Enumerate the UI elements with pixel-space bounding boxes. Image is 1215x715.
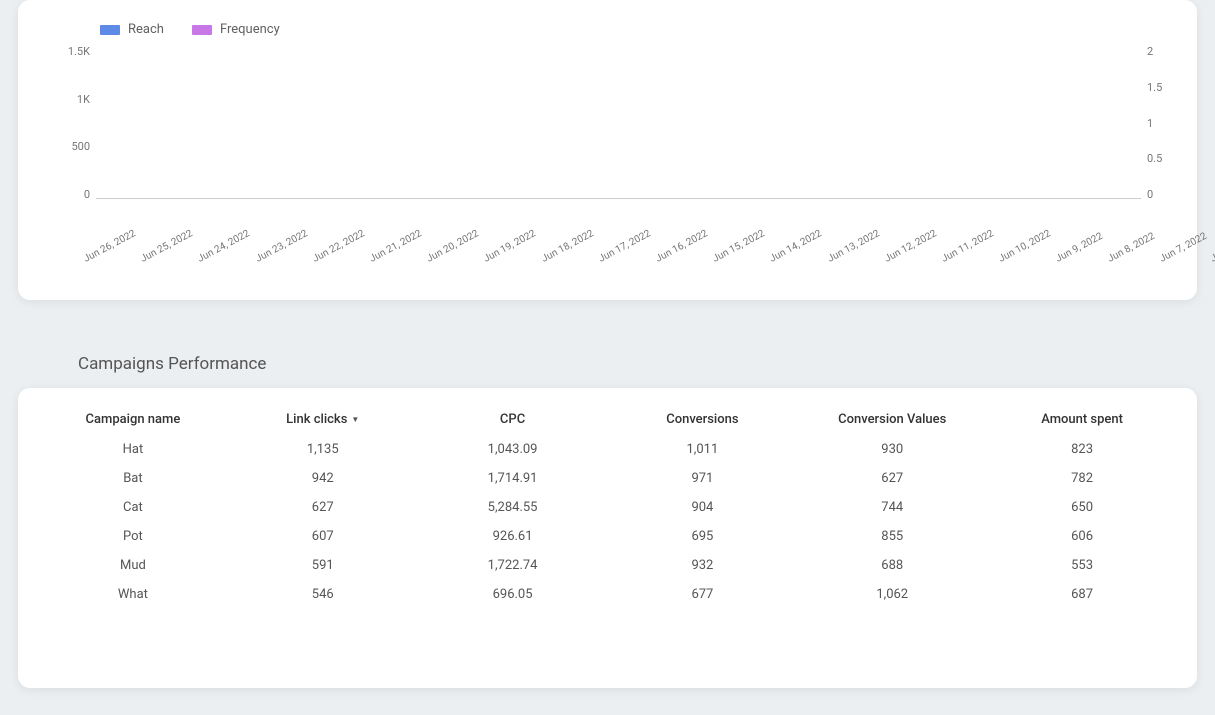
legend-swatch-reach [100, 25, 120, 35]
table-header-row: Campaign name Link clicks ▼ CPC Conversions C… [38, 402, 1177, 435]
table-cell: 546 [228, 580, 418, 609]
y-left-tick: 0 [84, 188, 90, 201]
legend-item-frequency[interactable]: Frequency [192, 22, 280, 37]
table-row[interactable]: Pot607926.61695855606 [38, 522, 1177, 551]
table-cell: 5,284.55 [418, 493, 608, 522]
table-cell: 930 [797, 435, 987, 464]
column-header[interactable]: Conversion Values [797, 402, 987, 435]
table-cell: 855 [797, 522, 987, 551]
chart-legend: Reach Frequency [100, 22, 1169, 37]
column-header[interactable]: CPC [418, 402, 608, 435]
legend-label-reach: Reach [128, 22, 164, 37]
y-right-tick: 2 [1147, 45, 1153, 58]
table-row[interactable]: Hat1,1351,043.091,011930823 [38, 435, 1177, 464]
table-row[interactable]: Mud5911,722.74932688553 [38, 551, 1177, 580]
table-cell: 591 [228, 551, 418, 580]
table-cell: 782 [987, 464, 1177, 493]
table-cell: 823 [987, 435, 1177, 464]
y-right-tick: 0.5 [1147, 152, 1162, 165]
table-cell: Bat [38, 464, 228, 493]
table-cell: 627 [228, 493, 418, 522]
column-header-label: Link clicks [286, 412, 347, 427]
y-right-tick: 1.5 [1147, 81, 1162, 94]
column-header-label: Amount spent [1041, 412, 1123, 427]
table-cell: 1,135 [228, 435, 418, 464]
table-cell: 1,062 [797, 580, 987, 609]
table-cell: 1,043.09 [418, 435, 608, 464]
table-cell: 1,011 [607, 435, 797, 464]
table-cell: 696.05 [418, 580, 608, 609]
table-cell: Hat [38, 435, 228, 464]
table-cell: 932 [607, 551, 797, 580]
table-cell: 744 [797, 493, 987, 522]
table-cell: Mud [38, 551, 228, 580]
legend-swatch-frequency [192, 25, 212, 35]
table-cell: 677 [607, 580, 797, 609]
table-body: Hat1,1351,043.091,011930823Bat9421,714.9… [38, 435, 1177, 609]
table-cell: 553 [987, 551, 1177, 580]
table-cell: Cat [38, 493, 228, 522]
table-cell: What [38, 580, 228, 609]
column-header-label: Conversions [666, 412, 738, 427]
x-axis-label: Jun 6, 2022 [1209, 231, 1215, 283]
column-header[interactable]: Conversions [607, 402, 797, 435]
y-left-tick: 500 [71, 140, 90, 153]
table-cell: 687 [987, 580, 1177, 609]
table-cell: 971 [607, 464, 797, 493]
table-cell: 650 [987, 493, 1177, 522]
table-cell: 926.61 [418, 522, 608, 551]
legend-item-reach[interactable]: Reach [100, 22, 164, 37]
column-header-label: Conversion Values [838, 412, 946, 427]
column-header[interactable]: Link clicks ▼ [228, 402, 418, 435]
campaigns-table: Campaign name Link clicks ▼ CPC Conversions C… [38, 402, 1177, 609]
column-header[interactable]: Campaign name [38, 402, 228, 435]
column-header-label: CPC [500, 412, 525, 427]
table-cell: 942 [228, 464, 418, 493]
y-right-tick: 0 [1147, 188, 1153, 201]
x-axis-labels: Jun 26, 2022Jun 25, 2022Jun 24, 2022Jun … [96, 251, 1141, 283]
table-cell: 1,722.74 [418, 551, 608, 580]
legend-label-frequency: Frequency [220, 22, 280, 37]
chart-bars [96, 45, 1141, 199]
chart-plot-area: 1.5K 1K 500 0 2 1.5 1 0.5 0 [60, 45, 1169, 245]
y-left-tick: 1K [77, 93, 90, 106]
y-axis-right: 2 1.5 1 0.5 0 [1141, 45, 1169, 205]
table-cell: 607 [228, 522, 418, 551]
sort-desc-icon: ▼ [351, 415, 359, 424]
table-cell: 606 [987, 522, 1177, 551]
reach-frequency-chart-card: Reach Frequency 1.5K 1K 500 0 2 1.5 1 0.5 0 Jun… [18, 0, 1197, 300]
table-section-title: Campaigns Performance [78, 354, 1215, 374]
table-cell: 627 [797, 464, 987, 493]
y-right-tick: 1 [1147, 117, 1153, 130]
y-left-tick: 1.5K [68, 45, 90, 58]
column-header-label: Campaign name [86, 412, 181, 427]
campaigns-performance-card: Campaign name Link clicks ▼ CPC Conversions C… [18, 388, 1197, 688]
table-cell: 695 [607, 522, 797, 551]
table-cell: Pot [38, 522, 228, 551]
y-axis-left: 1.5K 1K 500 0 [60, 45, 96, 205]
table-row[interactable]: Bat9421,714.91971627782 [38, 464, 1177, 493]
table-row[interactable]: What546696.056771,062687 [38, 580, 1177, 609]
table-cell: 688 [797, 551, 987, 580]
column-header[interactable]: Amount spent [987, 402, 1177, 435]
table-cell: 904 [607, 493, 797, 522]
table-row[interactable]: Cat6275,284.55904744650 [38, 493, 1177, 522]
table-cell: 1,714.91 [418, 464, 608, 493]
